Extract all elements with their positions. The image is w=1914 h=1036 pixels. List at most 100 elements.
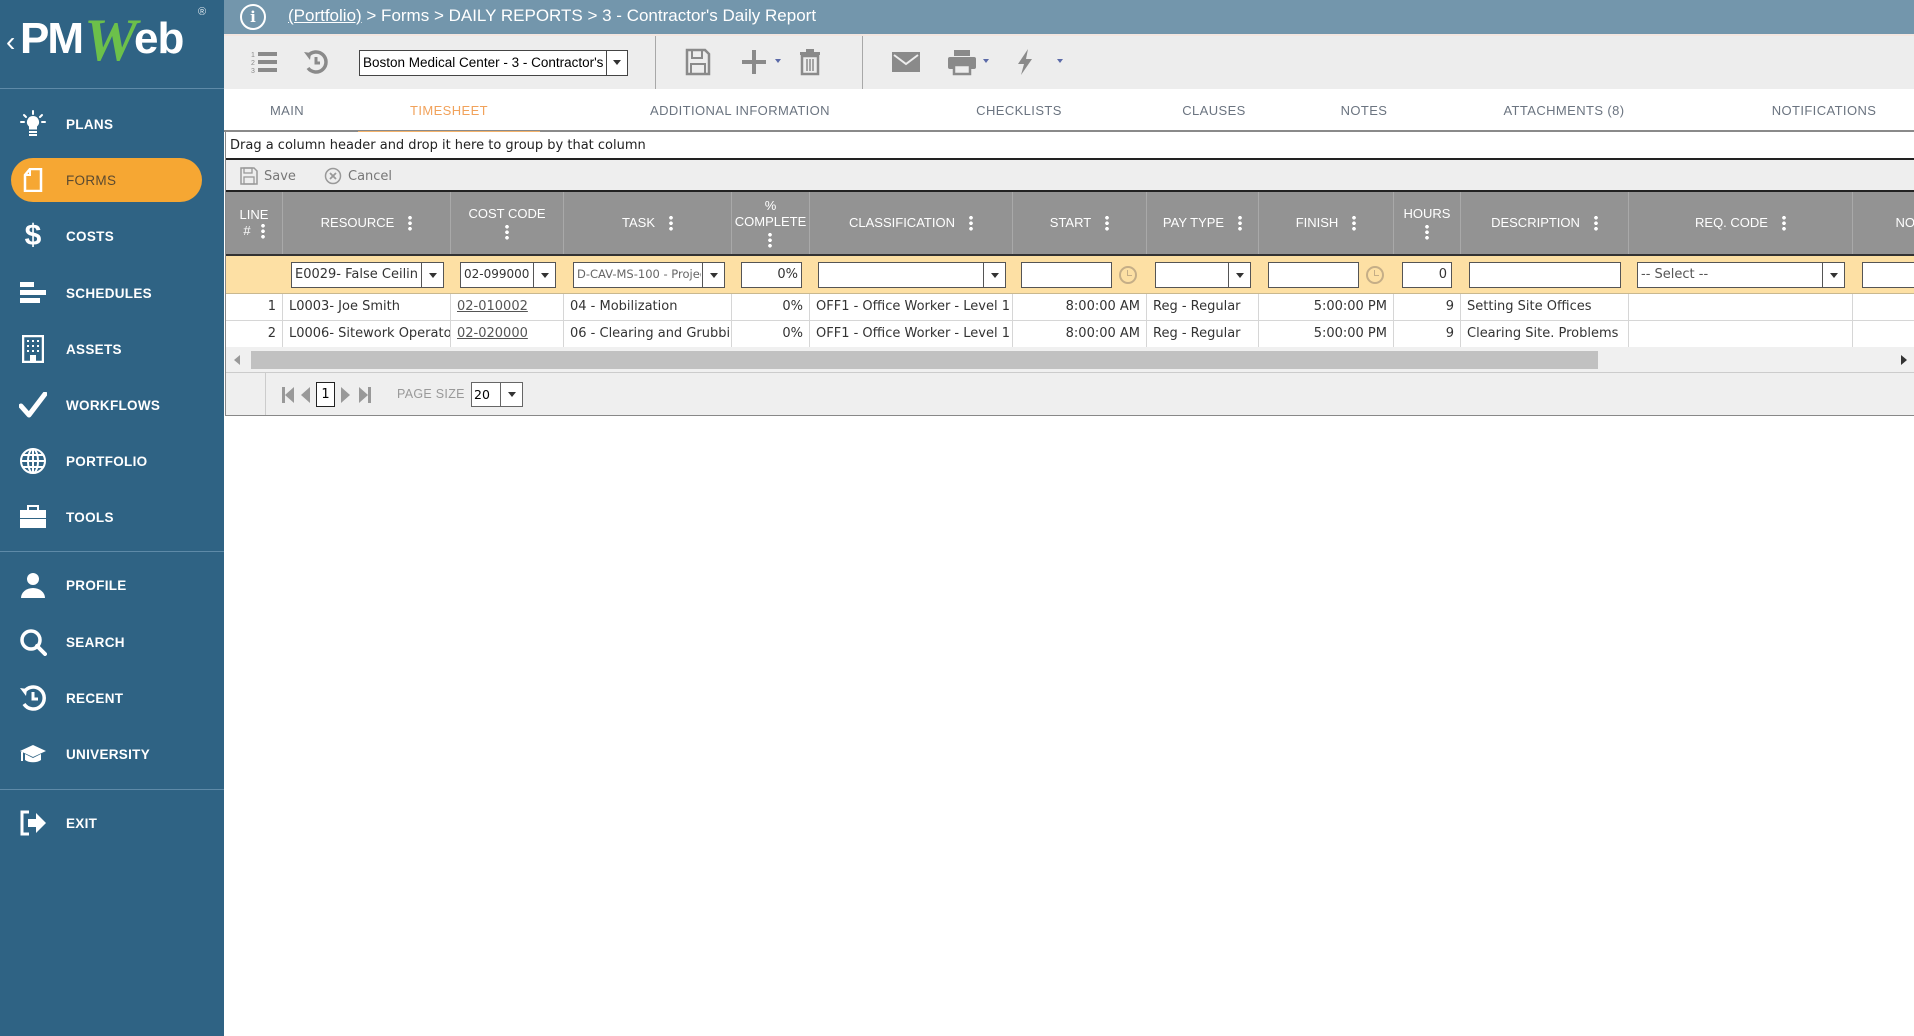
- column-menu-icon[interactable]: [768, 232, 773, 248]
- chevron-down-icon[interactable]: [606, 51, 627, 75]
- finish-clock-icon[interactable]: [1366, 266, 1384, 284]
- delete-icon[interactable]: [794, 46, 826, 78]
- current-page-input[interactable]: 1: [316, 382, 335, 407]
- column-header-req-code[interactable]: REQ. CODE: [1629, 192, 1853, 254]
- start-time-input[interactable]: [1021, 262, 1112, 288]
- task-select[interactable]: D-CAV-MS-100 - Project: [573, 262, 725, 288]
- sidebar-item-workflows[interactable]: WORKFLOWS: [0, 383, 224, 427]
- pmweb-logo[interactable]: ‹ PM W eb ®: [0, 0, 224, 89]
- cost-code-link[interactable]: 02-020000: [457, 326, 528, 341]
- grid-cancel-button[interactable]: Cancel: [324, 167, 392, 185]
- scrollbar-thumb[interactable]: [251, 351, 1598, 369]
- column-menu-icon[interactable]: [1352, 215, 1357, 231]
- breadcrumb-portfolio-link[interactable]: (Portfolio): [288, 6, 362, 25]
- tab-additional-information[interactable]: ADDITIONAL INFORMATION: [604, 89, 876, 132]
- sidebar-item-portfolio[interactable]: PORTFOLIO: [0, 439, 224, 483]
- resource-select[interactable]: E0029- False Ceiling: [291, 262, 444, 288]
- sidebar-item-plans[interactable]: PLANS: [0, 102, 224, 146]
- sidebar-item-schedules[interactable]: SCHEDULES: [0, 271, 224, 315]
- chevron-down-icon[interactable]: [421, 263, 443, 287]
- tab-notifications[interactable]: NOTIFICATIONS: [1704, 89, 1914, 132]
- cost-code-select[interactable]: 02-099000: [460, 262, 556, 288]
- column-menu-icon[interactable]: [1238, 215, 1243, 231]
- sidebar-item-costs[interactable]: $ COSTS: [0, 214, 224, 258]
- table-row[interactable]: 2 L0006- Sitework Operator 02-020000 06 …: [226, 321, 1914, 348]
- tab-attachments[interactable]: ATTACHMENTS (8): [1444, 89, 1684, 132]
- column-header-notes[interactable]: NO: [1853, 192, 1914, 254]
- finish-time-input[interactable]: [1268, 262, 1359, 288]
- req-code-select[interactable]: -- Select --: [1637, 262, 1845, 288]
- notes-input[interactable]: [1862, 262, 1914, 288]
- sidebar-item-university[interactable]: UNIVERSITY: [0, 732, 224, 776]
- chevron-down-icon[interactable]: [1822, 263, 1844, 287]
- column-menu-icon[interactable]: [1593, 215, 1598, 231]
- column-header-start[interactable]: START: [1013, 192, 1147, 254]
- chevron-down-icon[interactable]: [983, 263, 1005, 287]
- sidebar-item-assets[interactable]: ASSETS: [0, 327, 224, 371]
- column-header-cost-code[interactable]: COST CODE: [451, 192, 564, 254]
- last-page-icon[interactable]: [359, 386, 371, 404]
- next-page-icon[interactable]: [341, 386, 350, 404]
- horizontal-scrollbar[interactable]: [226, 347, 1914, 373]
- column-menu-icon[interactable]: [669, 215, 673, 231]
- hours-input[interactable]: 0: [1402, 262, 1452, 288]
- column-header-pay-type[interactable]: PAY TYPE: [1147, 192, 1259, 254]
- lightning-icon[interactable]: [1009, 46, 1041, 78]
- sidebar-item-profile[interactable]: PROFILE: [0, 563, 224, 607]
- classification-select[interactable]: [818, 262, 1006, 288]
- scroll-left-arrow-icon[interactable]: [234, 355, 240, 365]
- history-icon[interactable]: [300, 46, 332, 78]
- table-row[interactable]: 1 L0003- Joe Smith 02-010002 04 - Mobili…: [226, 294, 1914, 321]
- column-header-task[interactable]: TASK: [564, 192, 732, 254]
- project-record-select[interactable]: Boston Medical Center - 3 - Contractor's…: [359, 50, 628, 76]
- column-header-description[interactable]: DESCRIPTION: [1461, 192, 1629, 254]
- group-by-drop-area[interactable]: Drag a column header and drop it here to…: [226, 132, 1914, 160]
- back-chevron-icon[interactable]: ‹: [6, 26, 15, 58]
- chevron-down-icon[interactable]: [702, 263, 724, 287]
- column-header-resource[interactable]: RESOURCE: [283, 192, 451, 254]
- add-dropdown-chevron-icon[interactable]: [771, 50, 781, 72]
- tab-timesheet[interactable]: TIMESHEET: [358, 89, 540, 134]
- column-header-finish[interactable]: FINISH: [1259, 192, 1394, 254]
- column-header-classification[interactable]: CLASSIFICATION: [810, 192, 1013, 254]
- column-header-line[interactable]: LINE #: [226, 192, 283, 254]
- sidebar-item-recent[interactable]: RECENT: [0, 676, 224, 720]
- list-icon[interactable]: 123: [248, 46, 280, 78]
- column-menu-icon[interactable]: [1424, 224, 1429, 240]
- tab-notes[interactable]: NOTES: [1284, 89, 1444, 132]
- page-size-select[interactable]: 20: [471, 382, 523, 407]
- cost-code-link[interactable]: 02-010002: [457, 299, 528, 314]
- chevron-down-icon[interactable]: [1228, 263, 1250, 287]
- add-icon[interactable]: [738, 46, 770, 78]
- first-page-icon[interactable]: [282, 386, 294, 404]
- column-menu-icon[interactable]: [1781, 215, 1786, 231]
- info-icon[interactable]: i: [240, 4, 266, 30]
- column-menu-icon[interactable]: [1105, 215, 1110, 231]
- column-menu-icon[interactable]: [968, 215, 973, 231]
- column-menu-icon[interactable]: [408, 215, 413, 231]
- column-menu-icon[interactable]: [260, 223, 265, 240]
- tab-clauses[interactable]: CLAUSES: [1124, 89, 1304, 132]
- print-icon[interactable]: [946, 46, 978, 78]
- start-clock-icon[interactable]: [1119, 266, 1137, 284]
- chevron-down-icon[interactable]: [533, 263, 555, 287]
- column-header-percent-complete[interactable]: % COMPLETE: [732, 192, 810, 254]
- column-header-hours[interactable]: HOURS: [1394, 192, 1461, 254]
- scroll-right-arrow-icon[interactable]: [1901, 355, 1907, 365]
- sidebar-item-exit[interactable]: EXIT: [0, 801, 224, 845]
- pay-type-select[interactable]: [1155, 262, 1251, 288]
- previous-page-icon[interactable]: [301, 386, 310, 404]
- print-dropdown-chevron-icon[interactable]: [979, 50, 989, 72]
- sidebar-item-tools[interactable]: TOOLS: [0, 495, 224, 539]
- grid-save-button[interactable]: Save: [240, 167, 296, 185]
- tab-checklists[interactable]: CHECKLISTS: [924, 89, 1114, 132]
- sidebar-item-forms[interactable]: FORMS: [0, 158, 224, 202]
- email-icon[interactable]: [890, 46, 922, 78]
- percent-complete-input[interactable]: 0%: [741, 262, 802, 288]
- column-menu-icon[interactable]: [505, 224, 509, 240]
- sidebar-item-search[interactable]: SEARCH: [0, 620, 224, 664]
- actions-dropdown-chevron-icon[interactable]: [1053, 50, 1063, 72]
- description-input[interactable]: [1469, 262, 1621, 288]
- save-icon[interactable]: [682, 46, 714, 78]
- tab-main[interactable]: MAIN: [250, 89, 324, 132]
